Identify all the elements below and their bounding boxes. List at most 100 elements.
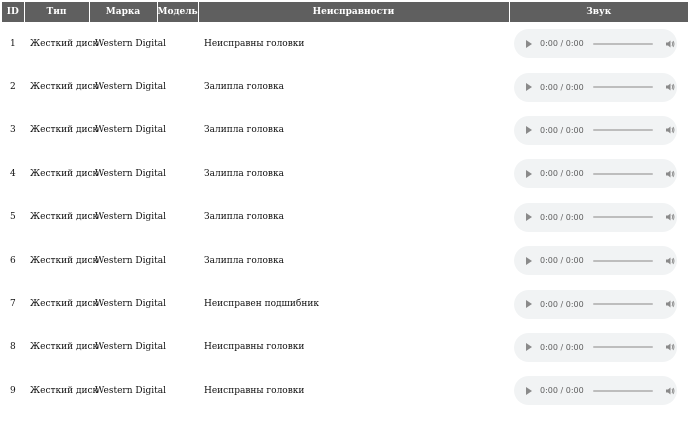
audio-time: 0:00 / 0:00 (540, 125, 584, 135)
cell-fault: Залипла головка (204, 82, 284, 93)
audio-player[interactable]: 0:00 / 0:00 (514, 246, 677, 276)
audio-player[interactable]: 0:00 / 0:00 (514, 202, 677, 232)
play-icon[interactable] (526, 126, 532, 135)
volume-icon[interactable] (665, 82, 675, 92)
cell-fault: Залипла головка (204, 212, 284, 223)
audio-time: 0:00 / 0:00 (540, 386, 584, 396)
audio-player[interactable]: 0:00 / 0:00 (514, 289, 677, 319)
audio-progress-bar[interactable] (592, 259, 653, 262)
table-row: 1 Жесткий диск Western Digital Неисправн… (2, 22, 688, 65)
cell-fault: Неисправны головки (204, 385, 305, 396)
header-brand: Марка (89, 2, 158, 22)
play-icon[interactable] (526, 386, 532, 395)
volume-icon[interactable] (665, 169, 675, 179)
cell-fault: Неисправны головки (204, 38, 305, 49)
cell-id: 6 (10, 255, 16, 266)
cell-audio: 0:00 / 0:00 (509, 196, 688, 239)
header-sound: Звук (509, 2, 688, 22)
header-model: Модель (157, 2, 199, 22)
faults-table: ID Тип Марка Модель Неисправности Звук 1… (2, 2, 688, 413)
audio-progress-bar[interactable] (592, 42, 653, 45)
volume-icon[interactable] (665, 342, 675, 352)
cell-audio: 0:00 / 0:00 (509, 239, 688, 282)
table-header: ID Тип Марка Модель Неисправности Звук (2, 2, 688, 22)
audio-time: 0:00 / 0:00 (540, 82, 584, 92)
cell-audio: 0:00 / 0:00 (509, 22, 688, 65)
cell-fault: Залипла головка (204, 168, 284, 179)
cell-id: 8 (10, 342, 16, 353)
audio-player[interactable]: 0:00 / 0:00 (514, 72, 677, 102)
cell-audio: 0:00 / 0:00 (509, 152, 688, 195)
cell-fault: Залипла головка (204, 255, 284, 266)
cell-audio: 0:00 / 0:00 (509, 369, 688, 412)
table-row: 6 Жесткий диск Western Digital Залипла г… (2, 239, 688, 282)
cell-audio: 0:00 / 0:00 (509, 65, 688, 108)
table-row: 5 Жесткий диск Western Digital Залипла г… (2, 196, 688, 239)
header-fault: Неисправности (198, 2, 510, 22)
cell-type: Жесткий диск (30, 82, 99, 93)
audio-player[interactable]: 0:00 / 0:00 (514, 332, 677, 362)
cell-brand: Western Digital (95, 299, 166, 310)
cell-brand: Western Digital (95, 385, 166, 396)
cell-brand: Western Digital (95, 82, 166, 93)
cell-type: Жесткий диск (30, 385, 99, 396)
volume-icon[interactable] (665, 256, 675, 266)
play-icon[interactable] (526, 256, 532, 265)
cell-type: Жесткий диск (30, 168, 99, 179)
audio-progress-bar[interactable] (592, 129, 653, 132)
table-row: 9 Жесткий диск Western Digital Неисправн… (2, 369, 688, 412)
cell-type: Жесткий диск (30, 299, 99, 310)
cell-audio: 0:00 / 0:00 (509, 109, 688, 152)
cell-id: 7 (10, 299, 16, 310)
cell-brand: Western Digital (95, 125, 166, 136)
table-row: 7 Жесткий диск Western Digital Неисправе… (2, 282, 688, 325)
cell-id: 4 (10, 168, 16, 179)
audio-player[interactable]: 0:00 / 0:00 (514, 376, 677, 406)
cell-brand: Western Digital (95, 38, 166, 49)
play-icon[interactable] (526, 83, 532, 92)
audio-time: 0:00 / 0:00 (540, 39, 584, 49)
cell-type: Жесткий диск (30, 255, 99, 266)
header-id: ID (2, 2, 25, 22)
volume-icon[interactable] (665, 125, 675, 135)
cell-audio: 0:00 / 0:00 (509, 326, 688, 369)
cell-type: Жесткий диск (30, 125, 99, 136)
cell-brand: Western Digital (95, 342, 166, 353)
audio-progress-bar[interactable] (592, 346, 653, 349)
cell-id: 3 (10, 125, 16, 136)
audio-time: 0:00 / 0:00 (540, 169, 584, 179)
audio-progress-bar[interactable] (592, 86, 653, 89)
cell-id: 1 (10, 38, 16, 49)
cell-fault: Неисправен подшибник (204, 299, 319, 310)
audio-player[interactable]: 0:00 / 0:00 (514, 29, 677, 59)
cell-type: Жесткий диск (30, 212, 99, 223)
audio-time: 0:00 / 0:00 (540, 299, 584, 309)
volume-icon[interactable] (665, 212, 675, 222)
cell-brand: Western Digital (95, 168, 166, 179)
audio-player[interactable]: 0:00 / 0:00 (514, 115, 677, 145)
header-type: Тип (24, 2, 90, 22)
table-row: 3 Жесткий диск Western Digital Залипла г… (2, 109, 688, 152)
play-icon[interactable] (526, 213, 532, 222)
play-icon[interactable] (526, 300, 532, 309)
cell-brand: Western Digital (95, 255, 166, 266)
volume-icon[interactable] (665, 39, 675, 49)
audio-progress-bar[interactable] (592, 172, 653, 175)
play-icon[interactable] (526, 169, 532, 178)
cell-fault: Неисправны головки (204, 342, 305, 353)
cell-audio: 0:00 / 0:00 (509, 282, 688, 325)
play-icon[interactable] (526, 343, 532, 352)
play-icon[interactable] (526, 39, 532, 48)
cell-id: 5 (10, 212, 16, 223)
audio-progress-bar[interactable] (592, 216, 653, 219)
audio-progress-bar[interactable] (592, 389, 653, 392)
cell-id: 2 (10, 82, 16, 93)
volume-icon[interactable] (665, 386, 675, 396)
cell-fault: Залипла головка (204, 125, 284, 136)
volume-icon[interactable] (665, 299, 675, 309)
cell-type: Жесткий диск (30, 38, 99, 49)
cell-id: 9 (10, 385, 16, 396)
table-row: 4 Жесткий диск Western Digital Залипла г… (2, 152, 688, 195)
audio-progress-bar[interactable] (592, 303, 653, 306)
audio-player[interactable]: 0:00 / 0:00 (514, 159, 677, 189)
